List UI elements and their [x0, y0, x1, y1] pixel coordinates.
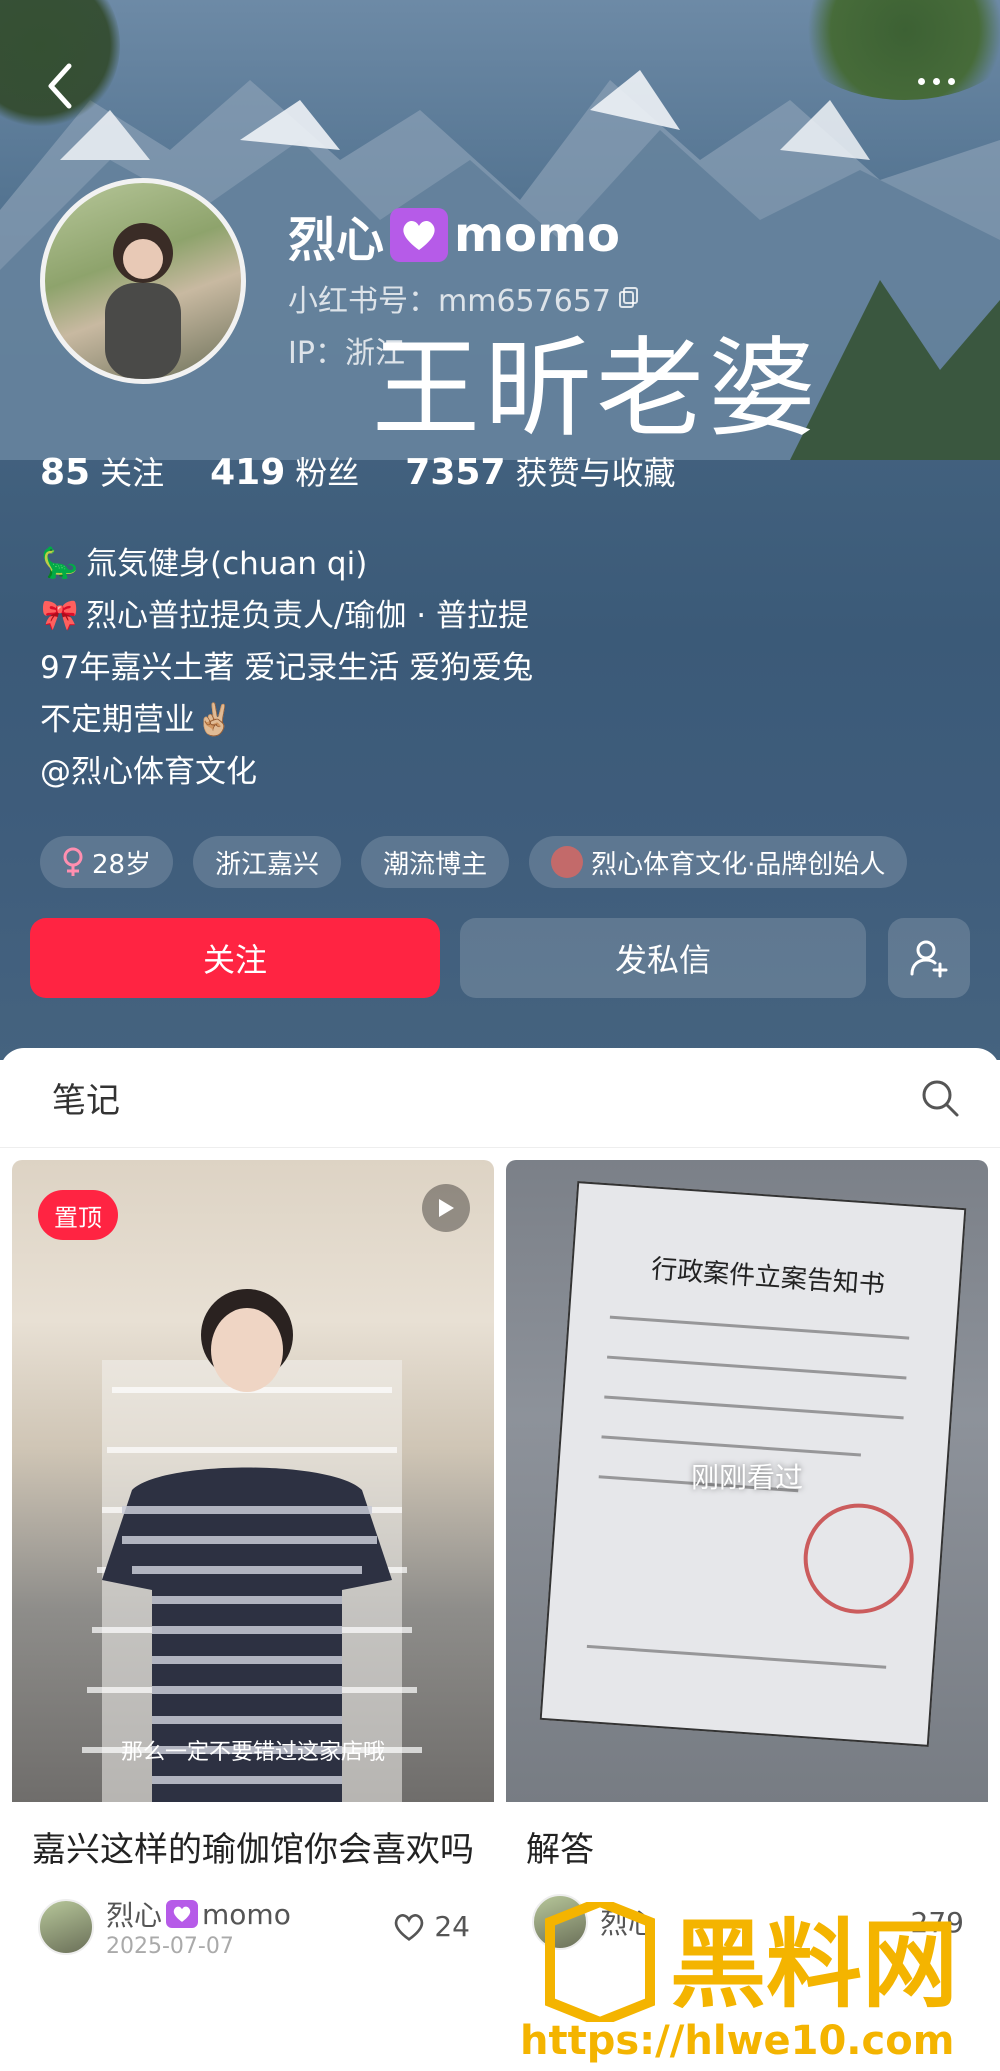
- note-cover-image[interactable]: 置顶 那么一定不要错过这家店哦: [12, 1160, 494, 1802]
- bio-line: 97年嘉兴土著 爱记录生活 爱狗爱兔: [40, 642, 533, 694]
- dot-icon: [932, 77, 940, 85]
- pinned-badge: 置顶: [38, 1190, 118, 1240]
- tag-location: 浙江嘉兴: [193, 836, 342, 888]
- profile-tags: 28岁 浙江嘉兴 潮流博主 烈心体育文化·品牌创始人: [40, 836, 908, 888]
- author-name-part1: 烈心: [106, 1899, 163, 1932]
- nickname-part1: 烈心: [288, 212, 385, 268]
- recently-viewed-label: 刚刚看过: [690, 1461, 803, 1494]
- bio-text: 氚気健身(chuan qi): [86, 546, 368, 582]
- note-title[interactable]: 嘉兴这样的瑜伽馆你会喜欢吗: [12, 1802, 494, 1876]
- nickname-part2: momo: [454, 207, 620, 263]
- note-author[interactable]: 烈心 momo 2025-07-07: [38, 1894, 291, 1959]
- avatar: [38, 1898, 94, 1955]
- bio-text: 97年嘉兴土著 爱记录生活 爱狗爱兔: [40, 650, 534, 686]
- stat-label: 关注: [100, 454, 165, 492]
- tab-notes[interactable]: 笔记: [52, 1073, 120, 1122]
- author-name-part2: momo: [202, 1897, 291, 1931]
- stat-label: 获赞与收藏: [515, 454, 676, 492]
- watermark-logo-text: 黑料网: [670, 1909, 958, 2021]
- tag-label: 28岁: [92, 849, 152, 880]
- dot-icon: [947, 77, 955, 85]
- document-line: [601, 1435, 861, 1457]
- tag-label: 烈心体育文化·品牌创始人: [591, 849, 886, 880]
- tag-age: 28岁: [40, 836, 174, 888]
- bio-text: 烈心普拉提负责人/瑜伽 · 普拉提: [86, 598, 530, 634]
- tag-label: 浙江嘉兴: [215, 849, 320, 880]
- notes-header: 笔记: [0, 1048, 1000, 1148]
- profile-avatar[interactable]: [40, 178, 246, 384]
- play-icon: [422, 1184, 470, 1232]
- bio-text: 不定期营业✌🏼: [40, 702, 234, 738]
- document-line: [586, 1644, 887, 1669]
- add-friend-button[interactable]: [888, 918, 970, 998]
- tag-label: 潮流博主: [383, 849, 488, 880]
- add-user-icon: [910, 940, 948, 978]
- search-icon[interactable]: [920, 1078, 960, 1118]
- dot-icon: [917, 77, 925, 85]
- tag-brand[interactable]: 烈心体育文化·品牌创始人: [529, 836, 908, 888]
- video-subtitle: 那么一定不要错过这家店哦: [120, 1740, 385, 1765]
- dinosaur-icon: 🦕: [41, 546, 79, 581]
- note-title[interactable]: 解答: [506, 1802, 988, 1876]
- ribbon-icon: 🎀: [41, 598, 79, 633]
- overlay-text: 王昕老婆: [372, 327, 821, 452]
- stat-followers[interactable]: 419 粉丝: [210, 448, 359, 494]
- document-line: [606, 1355, 907, 1380]
- stat-number: 85: [40, 452, 91, 493]
- red-stamp: [799, 1499, 918, 1618]
- bio-mention[interactable]: @烈心体育文化: [40, 746, 533, 798]
- heart-icon: [166, 1900, 199, 1928]
- back-button[interactable]: [42, 58, 78, 114]
- profile-header-background: [0, 0, 1000, 1060]
- document-line: [604, 1395, 904, 1420]
- document-line: [609, 1315, 910, 1340]
- female-icon: [63, 847, 83, 876]
- like-count: 24: [434, 1910, 470, 1943]
- note-card[interactable]: 置顶 那么一定不要错过这家店哦 嘉兴这样的瑜伽馆你会喜欢吗 烈心 momo 20…: [12, 1160, 494, 1959]
- watermark-url: https://hlwe10.com: [520, 2018, 955, 2064]
- avatar-photo: [105, 223, 181, 379]
- bio-line: 不定期营业✌🏼: [40, 694, 533, 746]
- profile-bio: 🦕 氚気健身(chuan qi) 🎀 烈心普拉提负责人/瑜伽 · 普拉提 97年…: [40, 538, 533, 798]
- stat-number: 7357: [405, 452, 506, 493]
- heart-icon: [390, 208, 449, 262]
- document-heading: 行政案件立案告知书: [650, 1254, 886, 1301]
- photo-woman-stairs: [82, 1289, 422, 1802]
- stat-likes-collects[interactable]: 7357 获赞与收藏: [405, 448, 675, 494]
- heart-outline-icon: [395, 1913, 424, 1941]
- more-options-button[interactable]: [906, 66, 966, 96]
- note-date: 2025-07-07: [106, 1934, 234, 1959]
- bio-text: @烈心体育文化: [40, 754, 257, 790]
- stat-number: 419: [210, 452, 286, 493]
- note-footer: 烈心 momo 2025-07-07 24: [12, 1876, 494, 1959]
- bio-line: 🦕 氚気健身(chuan qi): [40, 538, 533, 590]
- like-button[interactable]: 24: [392, 1910, 470, 1943]
- stat-following[interactable]: 85 关注: [40, 448, 164, 494]
- follow-button[interactable]: 关注: [30, 918, 440, 998]
- profile-nickname: 烈心 momo: [288, 200, 620, 270]
- note-card[interactable]: 行政案件立案告知书 刚刚看过 解答 烈心 279: [506, 1160, 988, 1950]
- chevron-left-icon: [48, 63, 72, 109]
- profile-stats: 85 关注 419 粉丝 7357 获赞与收藏: [40, 448, 676, 494]
- bio-line: 🎀 烈心普拉提负责人/瑜伽 · 普拉提: [40, 590, 533, 642]
- tag-category: 潮流博主: [361, 836, 510, 888]
- brand-logo-icon: [551, 846, 584, 878]
- author-name: 烈心 momo: [106, 1894, 291, 1934]
- note-cover-image[interactable]: 行政案件立案告知书 刚刚看过: [506, 1160, 988, 1802]
- stat-label: 粉丝: [295, 454, 360, 492]
- site-watermark-logo: 黑料网: [545, 1902, 958, 2022]
- message-button[interactable]: 发私信: [460, 918, 866, 998]
